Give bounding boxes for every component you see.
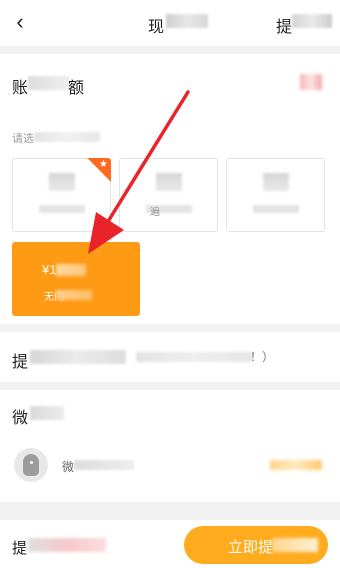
balance-card: 账 额 请选 ★ 遍 ¥1 无门 [0,54,340,324]
option-desc-fragment: 遍 [150,207,160,218]
option-amount-redacted [49,173,75,191]
page-title-redacted [166,14,208,28]
footer-amount-redacted [28,538,106,552]
avatar-figure [23,454,39,476]
balance-label-end: 额 [68,80,85,97]
amount-option-1[interactable]: ★ [12,158,111,232]
back-button[interactable]: ‹ [8,9,32,35]
account-action-redacted[interactable] [270,460,322,470]
account-name-redacted[interactable] [74,460,134,470]
option-amount-redacted [263,173,289,191]
amount-option-2[interactable]: 遍 [119,158,218,232]
page-title: 现 [148,19,165,36]
notice-label-redacted [30,350,126,364]
selected-amount-redacted [56,264,86,276]
option-amount-redacted [156,173,182,191]
balance-label-redacted [28,76,70,90]
select-hint-redacted [34,132,100,142]
balance-label-start: 账 [12,80,29,97]
payout-account-section: 微 微 [0,390,340,502]
withdraw-record-redacted [292,14,332,28]
withdraw-now-button[interactable]: 立即提 [184,526,328,564]
notice-text-redacted [136,352,252,362]
amount-option-4-selected[interactable]: ¥1 无门 [12,242,140,316]
account-title-redacted [30,406,64,420]
balance-value-redacted [300,74,322,90]
star-badge-icon: ★ [99,159,108,170]
withdraw-record-link[interactable]: 提 [276,13,292,37]
avatar-ghost-icon [14,448,48,482]
footer-label: 提 [12,540,28,557]
withdraw-notice-row: 提 ！） [0,332,340,382]
top-app-bar: ‹ 现 提 [0,0,340,46]
selected-subtitle-redacted [56,290,92,300]
avatar-eye [30,461,33,464]
option-desc-redacted [39,205,85,213]
notice-label: 提 [12,354,29,371]
account-name: 微 [62,460,75,474]
withdraw-now-label: 立即提 [228,539,274,556]
selected-amount: ¥1 [42,262,57,277]
amount-option-3[interactable] [226,158,325,232]
withdraw-now-redacted [272,538,318,552]
account-section-title: 微 [12,410,29,427]
chevron-left-icon: ‹ [16,9,24,34]
select-amount-hint: 请选 [12,133,34,145]
notice-suffix: ！） [250,350,275,364]
option-desc-redacted [253,205,299,213]
bottom-bar: 提 立即提 [0,520,340,568]
